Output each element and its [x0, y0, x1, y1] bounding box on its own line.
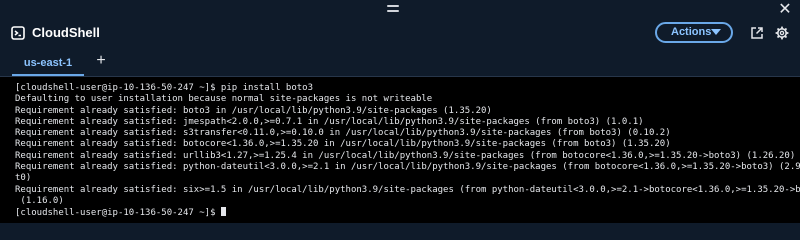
page-title: CloudShell	[32, 25, 100, 40]
terminal-cursor[interactable]	[220, 207, 226, 217]
terminal-icon	[11, 26, 25, 40]
terminal-line: Requirement already satisfied: python-da…	[15, 162, 800, 173]
tab-us-east-1[interactable]: us-east-1	[12, 52, 84, 76]
terminal-line: Defaulting to user installation because …	[15, 94, 433, 105]
terminal-line: Requirement already satisfied: boto3 in …	[15, 105, 492, 116]
terminal-line: (1.16.0)	[15, 195, 64, 206]
cloudshell-window: ✕ CloudShell Actions us-east-1 + [clouds…	[0, 0, 800, 223]
terminal-prompt: [cloudshell-user@ip-10-136-50-247 ~]$	[15, 208, 221, 219]
actions-button[interactable]: Actions	[655, 22, 733, 43]
terminal-line: Requirement already satisfied: six>=1.5 …	[15, 184, 800, 195]
terminal-output: [cloudshell-user@ip-10-136-50-247 ~]$ pi…	[15, 83, 800, 220]
close-icon[interactable]: ✕	[776, 0, 794, 18]
caret-down-icon	[711, 29, 721, 35]
header: CloudShell Actions	[0, 20, 800, 48]
gear-icon[interactable]	[775, 26, 789, 40]
terminal-line: [cloudshell-user@ip-10-136-50-247 ~]$ pi…	[15, 83, 314, 93]
terminal-line: Requirement already satisfied: s3transfe…	[15, 128, 671, 139]
terminal-line: Requirement already satisfied: urllib3<1…	[15, 150, 796, 161]
terminal-line: Requirement already satisfied: botocore<…	[15, 139, 671, 150]
actions-label: Actions	[671, 26, 712, 38]
terminal[interactable]: [cloudshell-user@ip-10-136-50-247 ~]$ pi…	[0, 77, 800, 223]
terminal-line: Requirement already satisfied: jmespath<…	[15, 116, 644, 127]
drag-bar[interactable]: ✕	[0, 0, 800, 20]
terminal-line: t0)	[15, 173, 32, 184]
tab-bar: us-east-1 +	[0, 52, 800, 76]
drag-handle-icon[interactable]	[387, 5, 399, 14]
external-link-icon[interactable]	[750, 26, 764, 40]
add-tab-icon[interactable]: +	[94, 52, 108, 72]
